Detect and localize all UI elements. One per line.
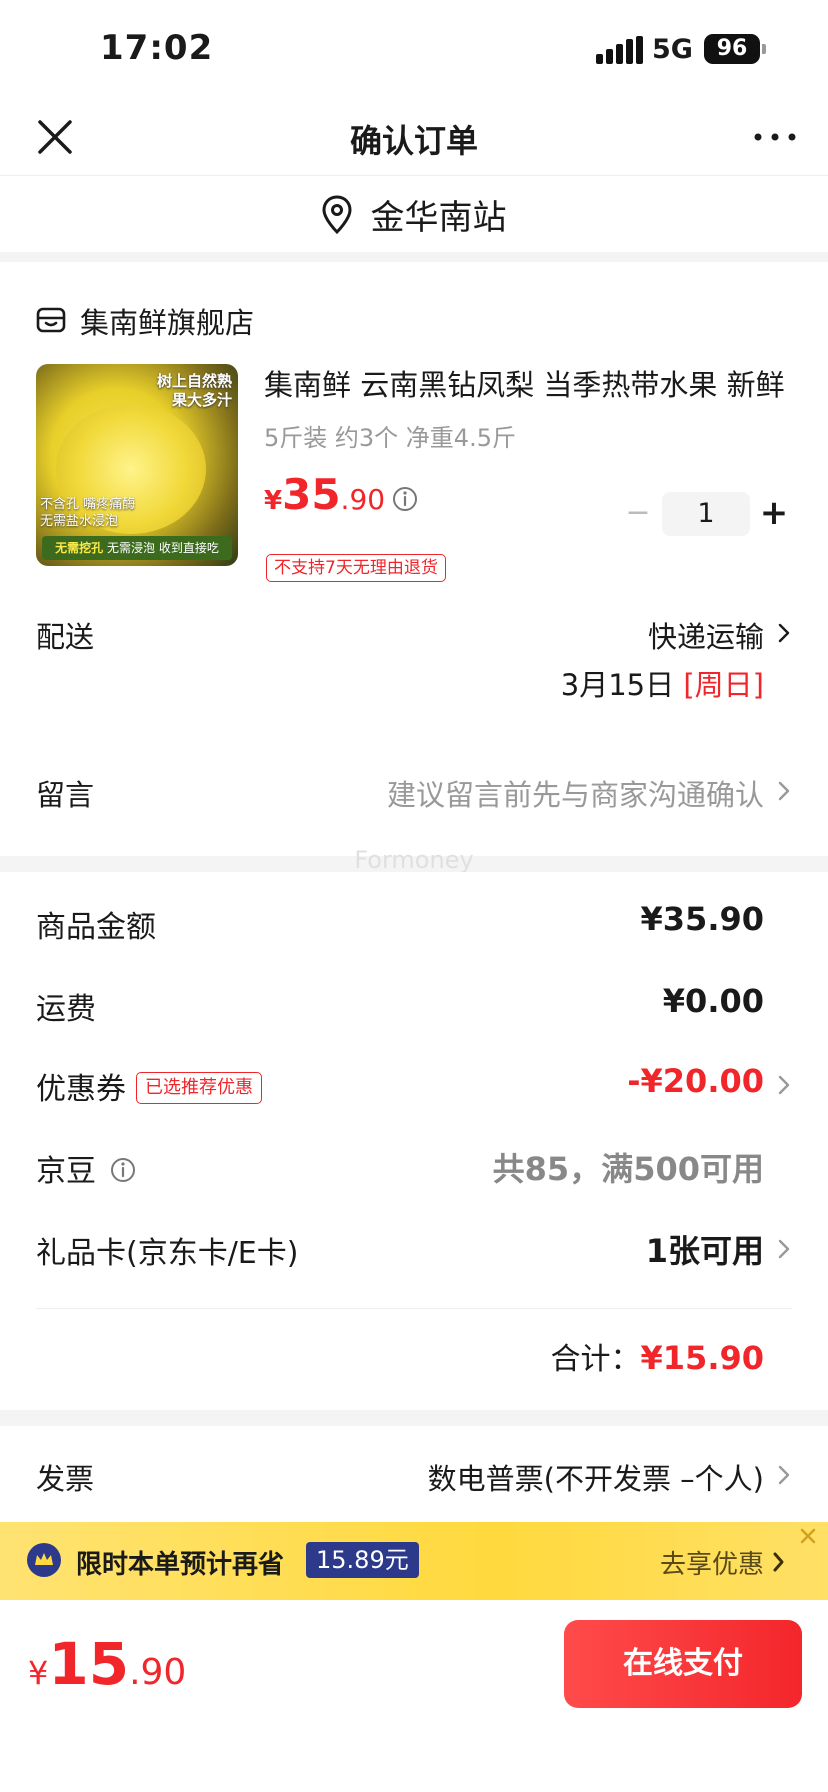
price-summary-card: 商品金额 ¥35.90 运费 ¥0.00 优惠券 已选推荐优惠 -¥20.00 京… (0, 872, 828, 1410)
page-title: 确认订单 (349, 122, 478, 160)
location-text: 金华南站 (370, 198, 507, 238)
increase-button[interactable]: + (756, 490, 792, 538)
promo-amount: 15.89元 (306, 1542, 419, 1578)
coupon-badge: 已选推荐优惠 (136, 1071, 262, 1104)
chevron-right-icon[interactable] (776, 618, 792, 648)
message-label: 留言 (36, 778, 95, 812)
goods-amount-value: ¥35.90 (640, 900, 764, 938)
price-currency: ¥ (264, 486, 283, 516)
quantity-stepper: − 1 + (620, 490, 790, 538)
promo-action[interactable]: 去享优惠 (660, 1544, 764, 1581)
product-spec: 5斤装 约3个 净重4.5斤 (264, 424, 516, 452)
jd-bean-value: 共85，满500可用 (492, 1150, 764, 1188)
jd-bean-label-group: 京豆 (36, 1146, 136, 1190)
image-caption-bottom-highlight: 无需挖孔 (55, 541, 104, 555)
invoice-label: 发票 (36, 1462, 95, 1496)
invoice-value: 数电普票(不开发票 –个人) (427, 1462, 764, 1496)
gift-card-value: 1张可用 (645, 1232, 764, 1270)
gift-card-row[interactable]: 礼品卡(京东卡/E卡) 1张可用 (0, 1216, 828, 1276)
message-input[interactable]: 建议留言前先与商家沟通确认 (387, 772, 764, 814)
product-price: ¥35.90 (264, 470, 385, 519)
close-icon[interactable] (798, 1526, 818, 1546)
total-integer: 15 (48, 1630, 130, 1698)
total-decimal: .90 (129, 1652, 187, 1693)
chevron-right-icon[interactable] (776, 1234, 792, 1264)
coupon-label: 优惠券 (36, 1072, 126, 1107)
delivery-date: 3月15日 [周日] (561, 662, 764, 704)
location-bar[interactable]: 金华南站 (0, 176, 828, 252)
image-caption-bottom: 无需挖孔 无需浸泡 收到直接吃 (42, 536, 232, 560)
total-row: 合计：¥15.90 (551, 1334, 764, 1378)
delivery-weekday: [周日] (683, 668, 764, 702)
image-caption-middle: 不含孔 嘴疼痛酶 无需盐水浸泡 (40, 497, 136, 529)
coupon-row[interactable]: 优惠券 已选推荐优惠 -¥20.00 (0, 1052, 828, 1112)
network-type: 5G (652, 34, 693, 65)
product-image[interactable]: 树上自然熟 果大多汁 不含孔 嘴疼痛酶 无需盐水浸泡 无需挖孔 无需浸泡 收到直… (36, 364, 238, 566)
shop-icon (36, 307, 66, 333)
pay-button[interactable]: 在线支付 (564, 1620, 802, 1708)
battery-icon: 96 (704, 34, 760, 64)
jd-bean-label: 京豆 (36, 1154, 96, 1189)
gift-card-label: 礼品卡(京东卡/E卡) (36, 1236, 299, 1271)
delivery-label: 配送 (36, 620, 95, 654)
chevron-right-icon[interactable] (772, 1550, 786, 1574)
price-decimal: .90 (340, 483, 386, 516)
shipping-value: ¥0.00 (662, 982, 764, 1020)
battery-nub (762, 44, 766, 54)
decrease-button[interactable]: − (620, 490, 656, 538)
total-currency: ¥ (28, 1654, 49, 1692)
watermark: Formoney (354, 846, 474, 874)
status-time: 17:02 (100, 28, 214, 68)
signal-icon (596, 36, 643, 64)
jd-bean-row: 京豆 共85，满500可用 (0, 1134, 828, 1194)
product-title[interactable]: 集南鲜 云南黑钻凤梨 当季热带水果 新鲜 (264, 362, 792, 404)
checkout-bar: ¥15.90 在线支付 (0, 1600, 828, 1792)
status-bar: 17:02 5G 96 (0, 0, 828, 98)
price-integer: 35 (282, 470, 341, 519)
chevron-right-icon[interactable] (776, 1070, 792, 1100)
delivery-date-day: 3月15日 (560, 668, 675, 702)
shipping-row: 运费 ¥0.00 (0, 972, 828, 1032)
total-label: 合计： (550, 1342, 641, 1377)
chevron-right-icon[interactable] (776, 776, 792, 806)
promo-text: 限时本单预计再省 (76, 1550, 285, 1580)
image-caption-top: 树上自然熟 果大多汁 (156, 372, 232, 409)
nav-bar: 确认订单 (0, 98, 828, 176)
total-value: ¥15.90 (640, 1339, 764, 1377)
shop-name: 集南鲜旗舰店 (80, 306, 255, 340)
delivery-method[interactable]: 快递运输 (648, 614, 764, 656)
divider (36, 1308, 792, 1309)
quantity-input[interactable]: 1 (662, 492, 750, 536)
location-pin-icon (322, 194, 352, 234)
invoice-row[interactable]: 发票 数电普票(不开发票 –个人) (0, 1426, 828, 1522)
info-icon[interactable] (392, 486, 418, 512)
coupon-label-group: 优惠券 已选推荐优惠 (36, 1064, 262, 1108)
goods-amount-label: 商品金额 (36, 910, 156, 945)
shipping-label: 运费 (36, 992, 96, 1027)
coupon-value: -¥20.00 (627, 1062, 764, 1100)
bottom-total: ¥15.90 (28, 1630, 186, 1698)
crown-icon (27, 1543, 61, 1577)
more-icon[interactable] (750, 120, 800, 154)
return-policy-badge: 不支持7天无理由退货 (266, 554, 446, 582)
product-card: 集南鲜旗舰店 树上自然熟 果大多汁 不含孔 嘴疼痛酶 无需盐水浸泡 无需挖孔 无… (0, 262, 828, 856)
info-icon[interactable] (110, 1157, 136, 1183)
goods-amount-row: 商品金额 ¥35.90 (0, 890, 828, 950)
chevron-right-icon[interactable] (776, 1460, 792, 1490)
image-caption-bottom-rest: 无需浸泡 收到直接吃 (107, 541, 219, 555)
promo-banner[interactable]: 限时本单预计再省 15.89元 去享优惠 (0, 1522, 828, 1600)
